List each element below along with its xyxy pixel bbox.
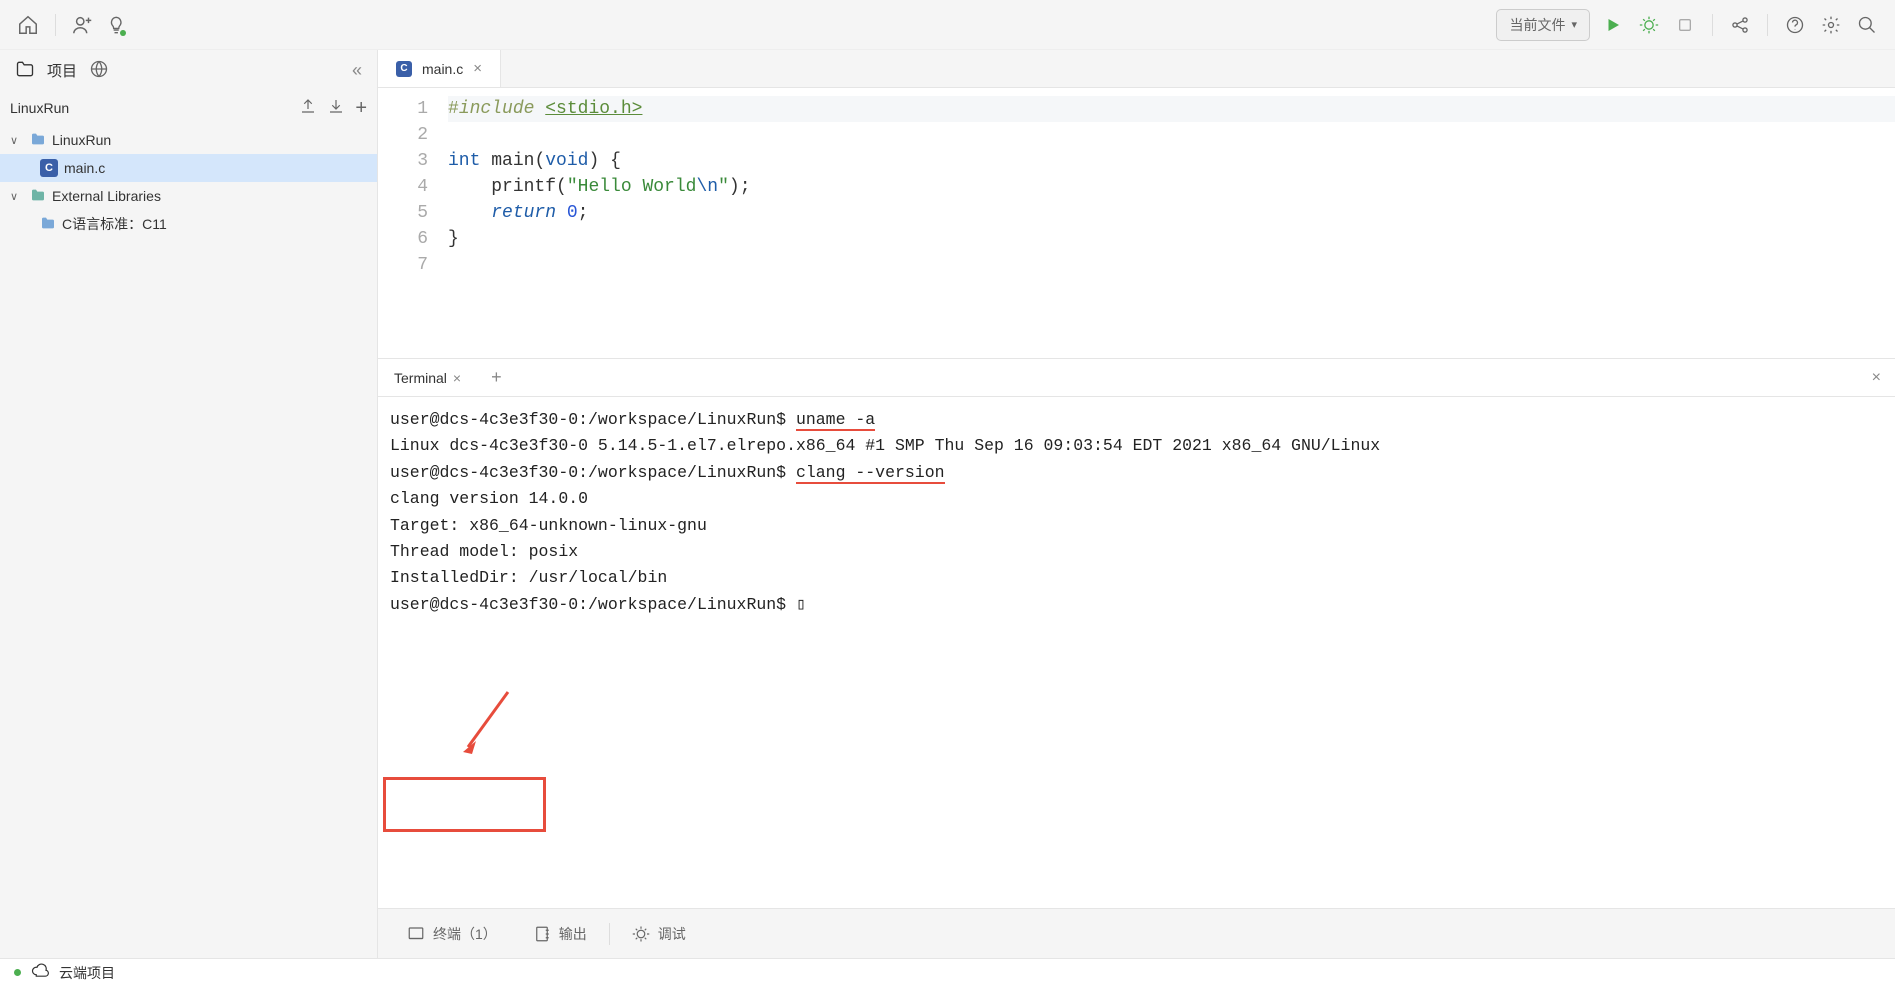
sidebar: 项目 « LinuxRun + ∨	[0, 50, 378, 958]
tree-file-label: main.c	[64, 160, 105, 176]
annotation-rect	[383, 777, 546, 832]
bottom-tab-output[interactable]: 输出	[519, 918, 601, 950]
sidebar-header: 项目 «	[0, 50, 377, 90]
editor-gutter: 1 2 3 4 5 6 7	[378, 96, 448, 358]
cloud-icon[interactable]	[31, 962, 49, 983]
terminal-output-line: Thread model: posix	[390, 539, 1883, 565]
terminal-panel: Terminal × + × user@dcs-4c3e3f30-0:/work…	[378, 358, 1895, 908]
file-tree: ∨ LinuxRun C main.c ∨ External Libraries	[0, 126, 377, 958]
editor-area: C main.c × 1 2 3 4 5 6 7 #include <stdio…	[378, 50, 1895, 958]
c-file-icon: C	[40, 159, 58, 177]
home-icon[interactable]	[15, 12, 41, 38]
status-indicator-dot	[14, 969, 21, 976]
globe-icon[interactable]	[89, 59, 109, 82]
run-config-label: 当前文件	[1509, 15, 1565, 35]
terminal-cursor: ▯	[796, 595, 806, 614]
tree-external-libraries[interactable]: ∨ External Libraries	[0, 182, 377, 210]
tree-file-main-c[interactable]: C main.c	[0, 154, 377, 182]
add-terminal-tab-icon[interactable]: +	[479, 367, 514, 388]
project-tab-label[interactable]: 项目	[47, 60, 77, 81]
upload-icon[interactable]	[299, 97, 317, 120]
close-icon[interactable]: ×	[453, 370, 461, 386]
top-toolbar: 当前文件 ▾	[0, 0, 1895, 50]
share-icon[interactable]	[1727, 12, 1753, 38]
terminal-output-line: Target: x86_64-unknown-linux-gnu	[390, 513, 1883, 539]
tree-c-standard[interactable]: C语言标准：C11	[0, 210, 377, 238]
status-cloud-project-label: 云端项目	[59, 963, 115, 983]
editor-tab-filename: main.c	[422, 61, 463, 77]
terminal-cmd-uname: uname -a	[796, 410, 875, 431]
folder-icon	[40, 215, 56, 234]
main-content: 项目 « LinuxRun + ∨	[0, 50, 1895, 958]
lightbulb-icon[interactable]	[106, 12, 132, 38]
code-editor[interactable]: 1 2 3 4 5 6 7 #include <stdio.h> int mai…	[378, 88, 1895, 358]
toolbar-divider	[55, 14, 56, 36]
bottom-tab-debug-label: 调试	[658, 924, 686, 944]
terminal-output-line: Linux dcs-4c3e3f30-0 5.14.5-1.el7.elrepo…	[390, 433, 1883, 459]
library-folder-icon	[30, 187, 46, 206]
terminal-output-line: clang version 14.0.0	[390, 486, 1883, 512]
bottom-tab-output-label: 输出	[559, 924, 587, 944]
terminal-tabs: Terminal × + ×	[378, 359, 1895, 397]
editor-tab-main-c[interactable]: C main.c ×	[378, 50, 501, 87]
tree-folder-label: LinuxRun	[52, 132, 111, 148]
close-panel-icon[interactable]: ×	[1872, 369, 1895, 387]
stop-button[interactable]	[1672, 12, 1698, 38]
code-content: #include <stdio.h> int main(void) { prin…	[448, 96, 1895, 358]
add-user-icon[interactable]	[70, 12, 96, 38]
download-icon[interactable]	[327, 97, 345, 120]
editor-tabs: C main.c ×	[378, 50, 1895, 88]
debug-button[interactable]	[1636, 12, 1662, 38]
project-name: LinuxRun	[10, 100, 69, 116]
terminal-cmd-clang: clang --version	[796, 463, 945, 484]
run-config-dropdown[interactable]: 当前文件 ▾	[1496, 9, 1590, 41]
tree-folder-root[interactable]: ∨ LinuxRun	[0, 126, 377, 154]
divider	[609, 923, 610, 945]
annotation-arrow	[458, 687, 518, 757]
toolbar-divider	[1712, 14, 1713, 36]
bottom-tab-terminal-label: 终端（1）	[433, 924, 497, 944]
folder-icon	[15, 59, 35, 82]
status-bar: 云端项目	[0, 958, 1895, 986]
project-bar: LinuxRun +	[0, 90, 377, 126]
settings-icon[interactable]	[1818, 12, 1844, 38]
search-icon[interactable]	[1854, 12, 1880, 38]
bottom-tab-debug[interactable]: 调试	[618, 918, 700, 950]
chevron-down-icon: ▾	[1571, 18, 1577, 31]
toolbar-left-group	[15, 12, 132, 38]
tree-cstd-label: C语言标准：C11	[62, 214, 167, 234]
bottom-tabs: 终端（1） 输出 调试	[378, 908, 1895, 958]
close-icon[interactable]: ×	[473, 60, 482, 77]
bottom-tab-terminal[interactable]: 终端（1）	[393, 918, 511, 950]
terminal-tab-label: Terminal	[394, 370, 447, 386]
c-file-icon: C	[396, 61, 412, 77]
tree-external-libs-label: External Libraries	[52, 188, 161, 204]
collapse-sidebar-icon[interactable]: «	[352, 60, 362, 81]
toolbar-right-group: 当前文件 ▾	[1496, 9, 1880, 41]
help-icon[interactable]	[1782, 12, 1808, 38]
terminal-body[interactable]: user@dcs-4c3e3f30-0:/workspace/LinuxRun$…	[378, 397, 1895, 908]
add-icon[interactable]: +	[355, 97, 367, 120]
run-button[interactable]	[1600, 12, 1626, 38]
terminal-tab[interactable]: Terminal ×	[388, 359, 473, 396]
chevron-down-icon: ∨	[10, 190, 24, 203]
chevron-down-icon: ∨	[10, 134, 24, 147]
project-actions: +	[299, 97, 367, 120]
toolbar-divider	[1767, 14, 1768, 36]
folder-icon	[30, 131, 46, 150]
terminal-output-line: InstalledDir: /usr/local/bin	[390, 565, 1883, 591]
